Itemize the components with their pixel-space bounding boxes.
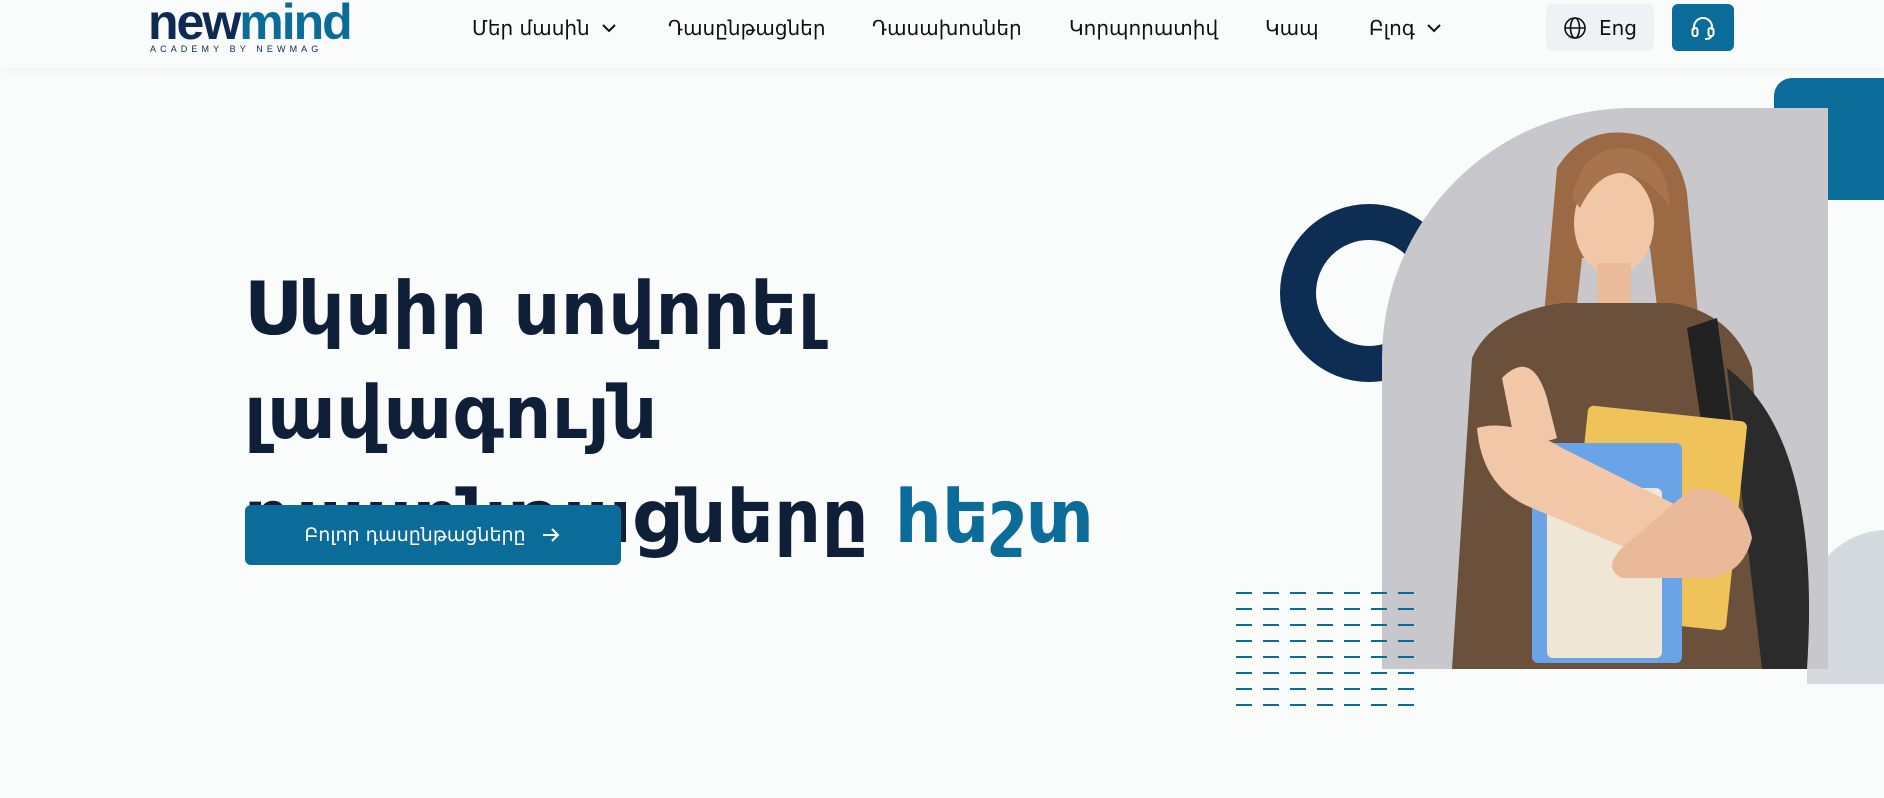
nav-item-contact[interactable]: Կապ [1265,14,1319,42]
logo-new: new [148,0,241,50]
nav-item-about[interactable]: Մեր մասին [472,14,618,42]
globe-icon [1564,16,1586,39]
hero-title-line1: Սկսիր սովորել լավագույն [244,267,821,456]
language-switcher[interactable]: Eng [1546,4,1654,51]
nav-item-label: Դասընթացներ [668,16,826,40]
nav-item-label: Կապ [1265,16,1319,40]
decor-dash-pattern [1236,592,1418,706]
support-button[interactable] [1672,4,1734,51]
headset-icon [1691,16,1715,40]
logo-mind: mind [239,0,352,50]
nav-item-label: Մեր մասին [472,16,590,40]
nav-item-label: Բլոգ [1369,16,1415,40]
nav-item-lecturers[interactable]: Դասախոսներ [872,14,1022,42]
chevron-down-icon [602,24,616,33]
nav-item-corporate[interactable]: Կորպորատիվ [1069,14,1218,42]
nav-item-courses[interactable]: Դասընթացներ [668,14,826,42]
all-courses-button[interactable]: Բոլոր դասընթացները [245,505,621,565]
chevron-down-icon [1427,24,1441,33]
nav-item-label: Կորպորատիվ [1069,16,1219,40]
language-label: Eng [1598,15,1637,40]
nav-item-label: Դասախոսներ [872,16,1022,40]
logo-tagline: ACADEMY BY NEWMAG [150,44,323,54]
brand-logo[interactable]: newmind ACADEMY BY NEWMAG [148,0,358,56]
arrow-right-icon [542,528,560,542]
student-illustration [1452,132,1810,669]
site-header: newmind ACADEMY BY NEWMAG Մեր մասին Դասը… [0,0,1884,68]
logo-wordmark: newmind [148,0,353,50]
nav-item-blog[interactable]: Բլոգ [1369,14,1443,42]
hero-photo [1382,108,1828,669]
hero-title-accent: հեշտ [894,475,1095,560]
all-courses-label: Բոլոր դասընթացները [304,524,526,546]
